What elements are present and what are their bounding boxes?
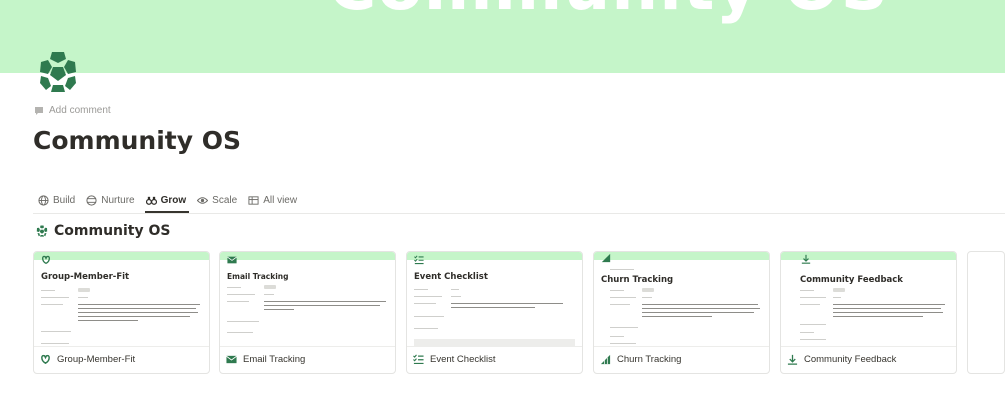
cover-text: Community OS bbox=[328, 0, 889, 25]
globe-icon bbox=[38, 195, 49, 206]
gallery-title[interactable]: Community OS bbox=[36, 223, 170, 239]
comment-icon bbox=[35, 106, 43, 115]
add-comment-label: Add comment bbox=[49, 105, 111, 116]
globe-lines-icon bbox=[86, 195, 97, 206]
card-preview-title: Churn Tracking bbox=[601, 275, 674, 285]
chart-icon bbox=[600, 354, 611, 364]
card-preview: Email Tracking bbox=[220, 252, 395, 347]
gallery-card-email-tracking[interactable]: Email Tracking Email Tracking bbox=[219, 251, 396, 374]
envelope-icon bbox=[226, 355, 237, 363]
gallery-title-label: Community OS bbox=[54, 223, 171, 239]
tab-scale-label: Scale bbox=[212, 195, 238, 206]
card-title: Group-Member-Fit bbox=[57, 353, 136, 365]
tab-all-view[interactable]: All view bbox=[243, 192, 302, 212]
page-title[interactable]: Community OS bbox=[33, 126, 241, 155]
eye-icon bbox=[197, 197, 209, 204]
card-preview: Churn Tracking bbox=[594, 252, 769, 347]
gallery-card-community-feedback[interactable]: Community Feedback Community Feedback bbox=[780, 251, 957, 374]
gallery-card-group-member-fit[interactable]: Group-Member-Fit Group-Member-Fit bbox=[33, 251, 210, 374]
tab-scale[interactable]: Scale bbox=[192, 192, 242, 212]
tab-grow[interactable]: Grow bbox=[141, 192, 192, 213]
card-preview-title: Email Tracking bbox=[227, 272, 289, 281]
card-footer: Group-Member-Fit bbox=[34, 345, 209, 373]
tab-build-label: Build bbox=[53, 195, 76, 206]
card-preview-title: Event Checklist bbox=[414, 272, 488, 282]
tab-nurture[interactable]: Nurture bbox=[81, 192, 139, 212]
card-title: Email Tracking bbox=[243, 353, 306, 365]
gallery-card-event-checklist[interactable]: Event Checklist Event Checklist bbox=[406, 251, 583, 374]
card-title: Event Checklist bbox=[430, 353, 496, 365]
card-title: Community Feedback bbox=[804, 353, 897, 365]
card-preview-title: Community Feedback bbox=[800, 275, 903, 285]
checklist-icon bbox=[413, 354, 424, 364]
pretzel-icon bbox=[41, 354, 50, 364]
card-footer: Event Checklist bbox=[407, 345, 582, 373]
card-footer: Churn Tracking bbox=[594, 345, 769, 373]
gallery-card-partial[interactable] bbox=[967, 251, 1005, 374]
soccer-ball-icon bbox=[36, 225, 48, 237]
card-title: Churn Tracking bbox=[617, 353, 682, 365]
download-icon bbox=[787, 354, 798, 365]
card-preview: Community Feedback bbox=[781, 252, 956, 347]
tab-all-view-label: All view bbox=[263, 195, 298, 206]
card-preview: Event Checklist bbox=[407, 252, 582, 347]
cover-image[interactable]: Community OS bbox=[0, 0, 1005, 73]
view-tabs: Build Nurture Grow Scale All view bbox=[33, 192, 1005, 214]
binoculars-icon bbox=[145, 196, 157, 205]
gallery-card-churn-tracking[interactable]: Churn Tracking Churn Tracking bbox=[593, 251, 770, 374]
card-footer: Email Tracking bbox=[220, 345, 395, 373]
table-icon bbox=[248, 196, 259, 205]
soccer-ball-icon[interactable] bbox=[36, 50, 80, 94]
add-comment-button[interactable]: Add comment bbox=[34, 105, 111, 116]
tab-build[interactable]: Build bbox=[33, 192, 80, 212]
tab-nurture-label: Nurture bbox=[101, 195, 135, 206]
card-preview: Group-Member-Fit bbox=[34, 252, 209, 347]
tab-grow-label: Grow bbox=[160, 195, 187, 206]
card-preview-title: Group-Member-Fit bbox=[41, 272, 130, 282]
card-footer: Community Feedback bbox=[781, 345, 956, 373]
